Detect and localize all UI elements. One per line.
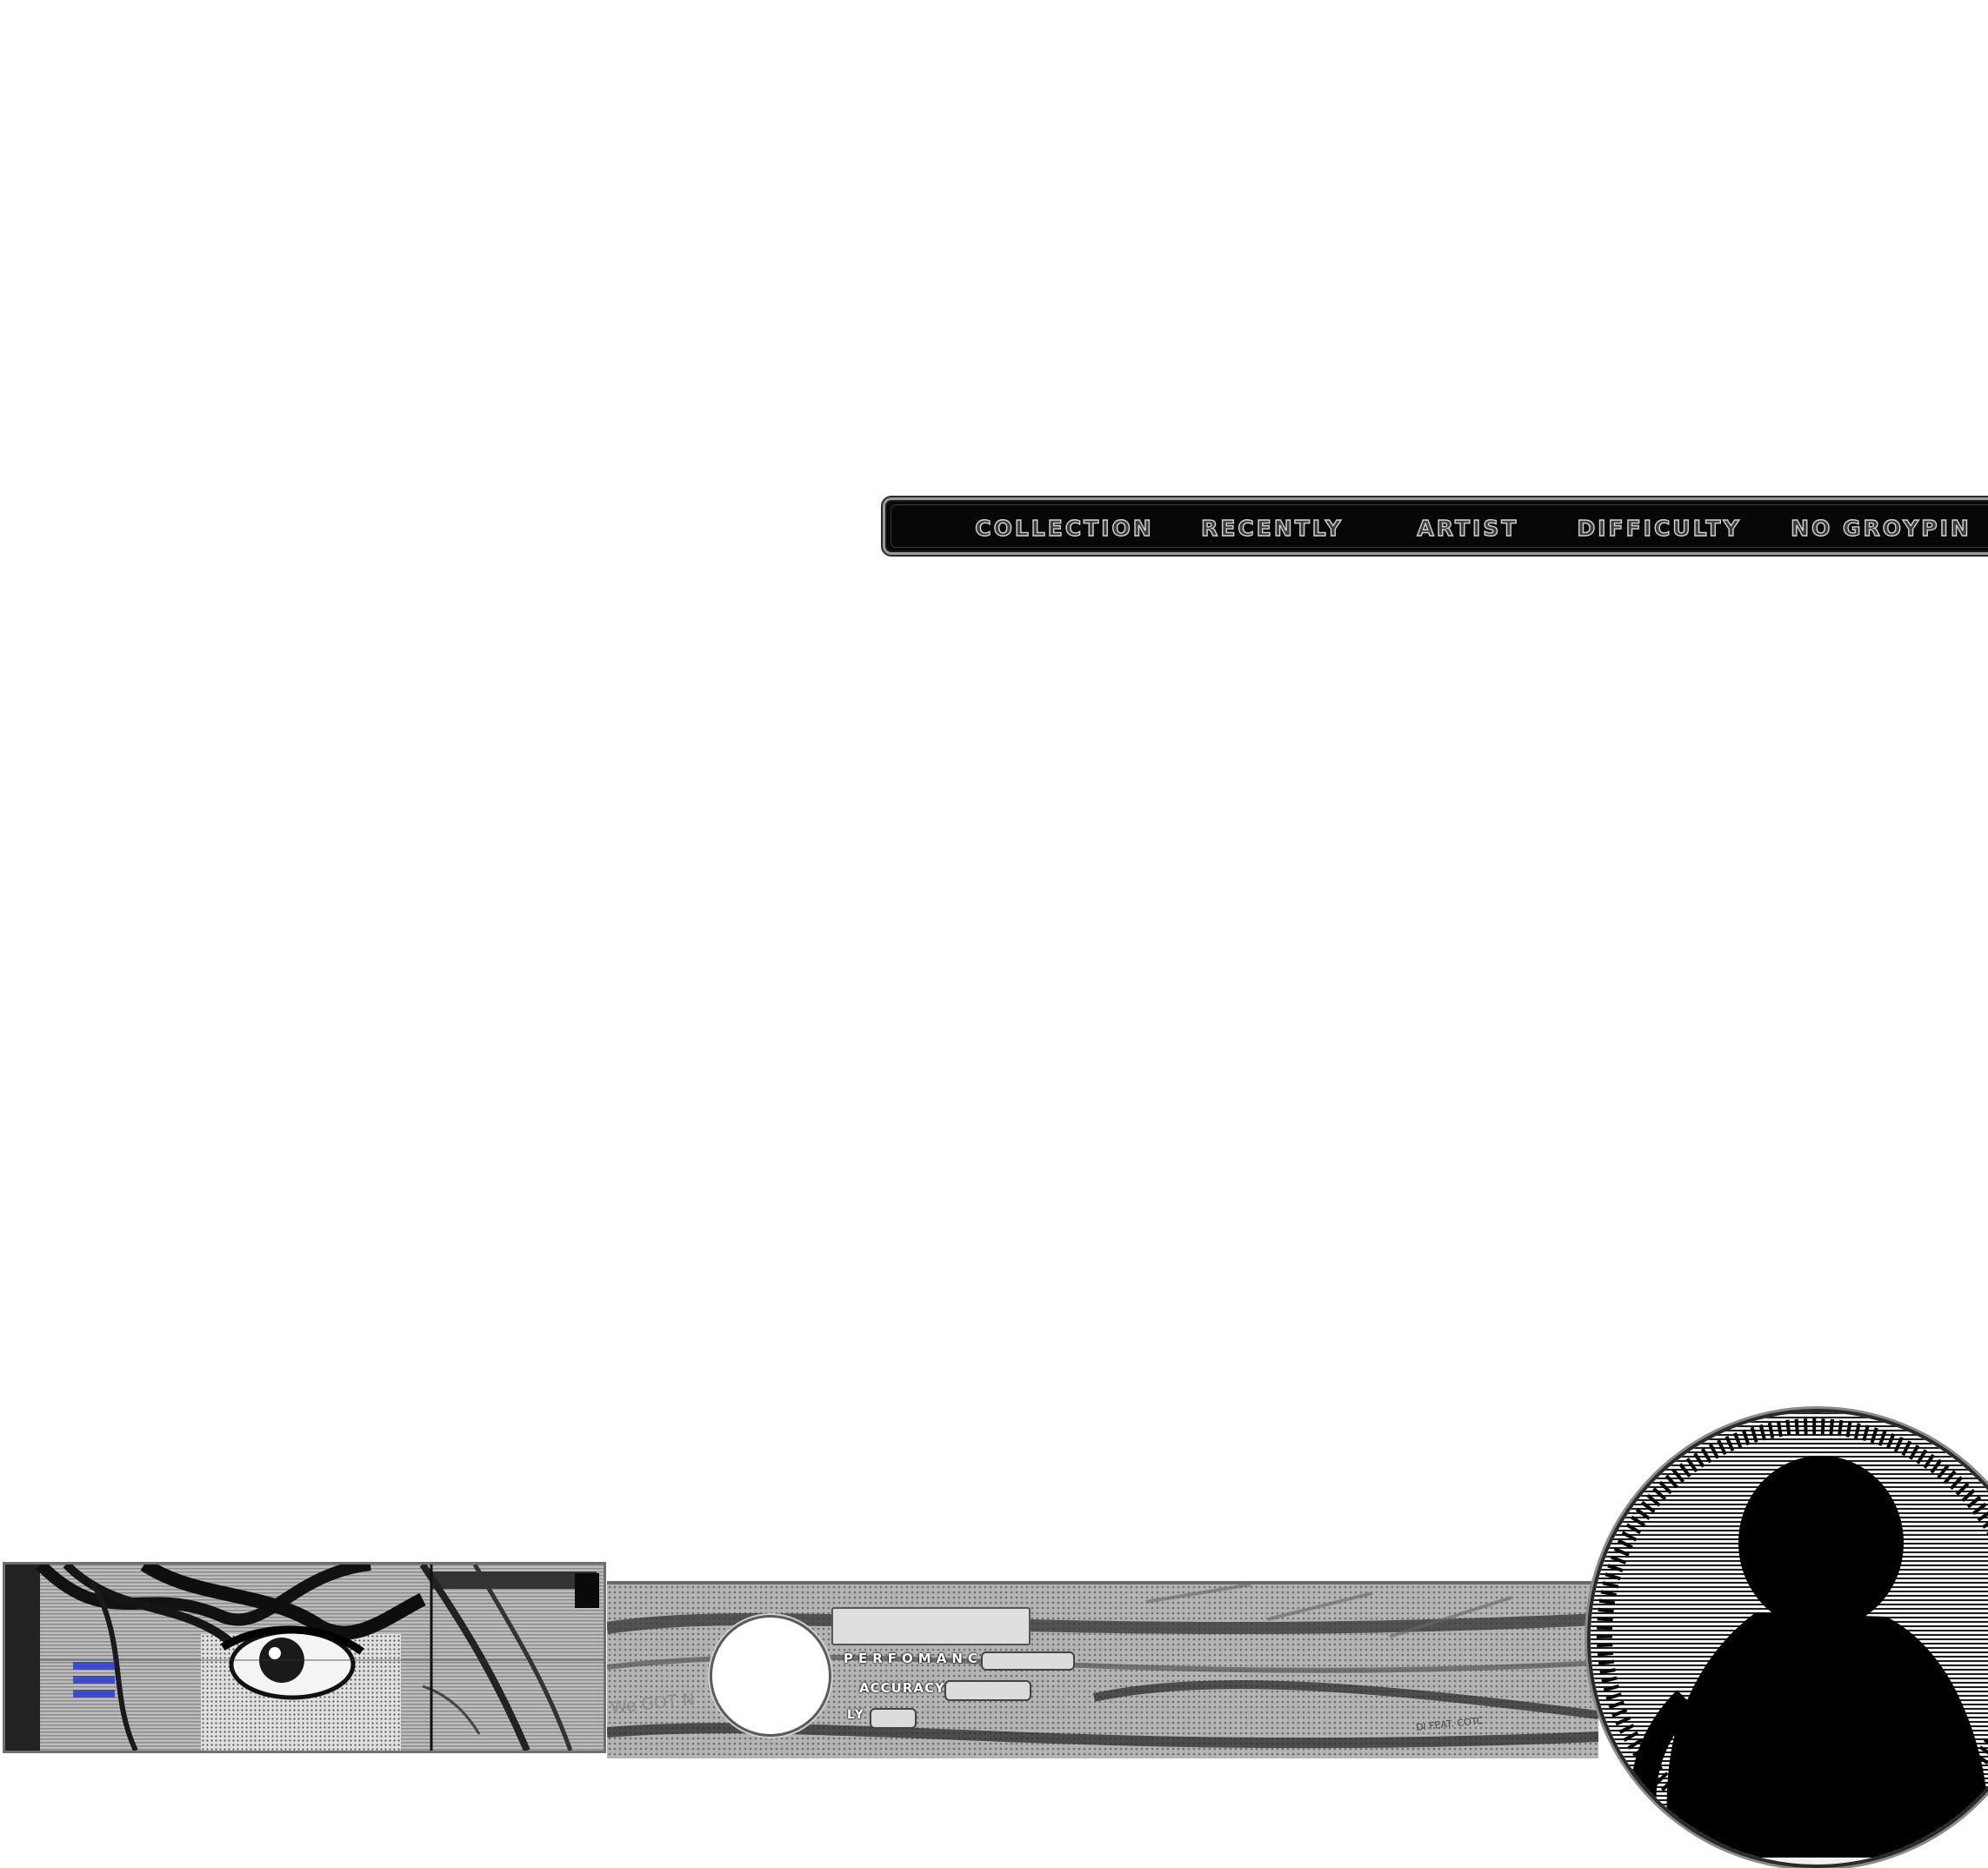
performance-value-box [981,1651,1075,1671]
category-tab-artist[interactable]: ARTIST [1394,510,1542,545]
album-art[interactable] [3,1562,606,1753]
song-info-panel: PERFOMANC ACCURACY LY We GOT N DI FEAT. … [607,1581,1598,1758]
category-nav-bar: COLLECTION RECENTLY ARTIST DIFFICULTY NO… [883,497,1988,555]
play-count-label: LY [847,1708,865,1722]
category-tab-no-grouping[interactable]: NO GROYPIN [1772,510,1988,545]
accuracy-label: ACCURACY [859,1680,945,1696]
song-title-box [831,1607,1031,1645]
grade-circle [710,1615,831,1737]
character-silhouette-icon [1591,1412,1988,1858]
play-count-value-box [870,1708,917,1729]
character-portrait[interactable] [1587,1409,1988,1868]
accuracy-value-box [944,1680,1031,1701]
category-tab-collection[interactable]: COLLECTION [960,510,1169,545]
category-tab-recently[interactable]: RECENTLY [1181,510,1364,545]
anime-eye-illustration [5,1564,604,1751]
category-tab-difficulty[interactable]: DIFFICULTY [1559,510,1759,545]
hamburger-menu-icon[interactable] [73,1662,117,1705]
performance-label: PERFOMANC [844,1651,983,1666]
